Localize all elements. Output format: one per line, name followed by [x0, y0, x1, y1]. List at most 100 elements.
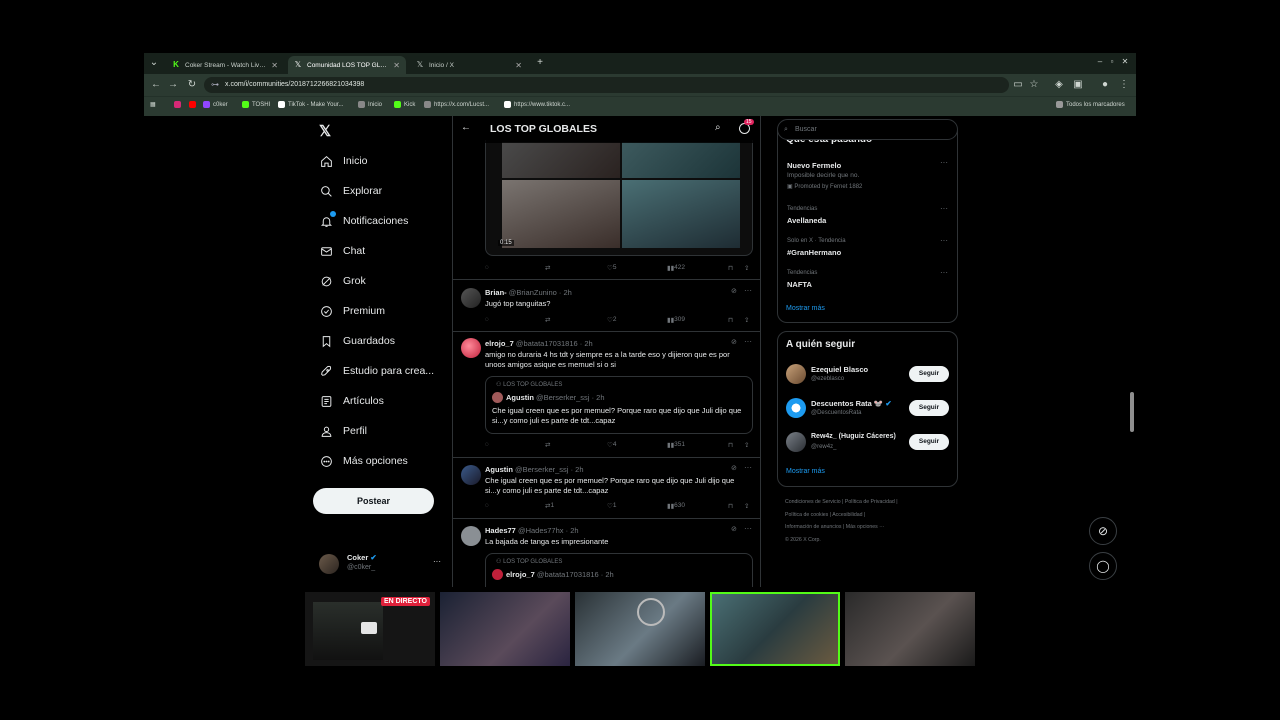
nav-guardados[interactable]: Guardados	[319, 334, 395, 348]
nav-premium[interactable]: Premium	[319, 304, 385, 318]
star-icon[interactable]: ☆	[1028, 79, 1040, 90]
grok-float-button[interactable]: ⊘	[1089, 517, 1117, 545]
maximize-icon[interactable]: ▫	[1106, 57, 1118, 66]
like-button[interactable]: ♡ 5	[607, 264, 616, 272]
more-icon[interactable]: ···	[940, 158, 948, 167]
more-icon[interactable]: ···	[744, 524, 752, 533]
footer-link[interactable]: Información de anuncios	[785, 524, 842, 530]
bookmark-icon[interactable]: ⊓	[728, 316, 733, 324]
profile-avatar-icon[interactable]: ●	[1099, 79, 1111, 90]
follow-button[interactable]: Seguir	[909, 366, 949, 382]
close-icon[interactable]: ✕	[393, 61, 400, 70]
kebab-menu-icon[interactable]: ⋮	[1118, 79, 1130, 90]
repost-button[interactable]: ⇄ 1	[545, 502, 554, 510]
views-button[interactable]: ▮▮ 309	[667, 316, 685, 324]
views-button[interactable]: ▮▮ 422	[667, 264, 685, 272]
footer-link[interactable]: Accesibilidad	[832, 512, 862, 518]
repost-icon[interactable]: ⇄	[545, 316, 550, 324]
more-icon[interactable]: ···	[433, 557, 441, 566]
views-button[interactable]: ▮▮ 351	[667, 441, 685, 449]
back-icon[interactable]: ←	[150, 79, 162, 90]
x-logo-icon[interactable]: 𝕏	[319, 122, 331, 140]
nav-articulos[interactable]: Artículos	[319, 394, 384, 408]
bookmark-icon[interactable]: ⊓	[728, 264, 733, 272]
bookmark-1[interactable]: TOSHI	[242, 101, 270, 108]
show-more-link[interactable]: Mostrar más	[786, 305, 825, 312]
tab-community[interactable]: 𝕏 Comunidad LOS TOP GLOBALES ✕	[288, 56, 406, 74]
reload-icon[interactable]: ↻	[186, 79, 198, 90]
stream-thumb-1[interactable]: EN DIRECTO	[305, 592, 435, 666]
apps-icon[interactable]: ▦	[150, 101, 156, 108]
back-arrow-icon[interactable]: ←	[461, 122, 471, 133]
bookmark-0[interactable]: c0ker	[203, 101, 228, 108]
repost-icon[interactable]: ⇄	[545, 264, 550, 272]
nav-notificaciones[interactable]: Notificaciones	[319, 211, 408, 228]
stream-thumb-2[interactable]	[440, 592, 570, 666]
reply-icon[interactable]: ◌	[485, 264, 489, 271]
reply-icon[interactable]: ◌	[485, 502, 489, 509]
footer-link[interactable]: Condiciones de Servicio	[785, 499, 841, 505]
close-icon[interactable]: ✕	[515, 61, 522, 70]
post-hades[interactable]: Hades77 @Hades77hx · 2h ⊘ ··· La bajada …	[453, 519, 760, 587]
site-info-icon[interactable]: ⊶	[211, 77, 219, 93]
more-icon[interactable]: ···	[940, 204, 948, 213]
follow-button[interactable]: Seguir	[909, 434, 949, 450]
more-icon[interactable]: ···	[940, 268, 948, 277]
quoted-post[interactable]: ⚇ LOS TOP GLOBALES elrojo_7 @batata17031…	[485, 553, 753, 587]
window-close-icon[interactable]: ✕	[1119, 57, 1131, 66]
puzzle-icon[interactable]: ▣	[1072, 79, 1084, 90]
nav-mas-opciones[interactable]: Más opciones	[319, 454, 408, 468]
cast-icon[interactable]: ▭	[1012, 79, 1024, 90]
page-scrollbar[interactable]	[1130, 120, 1134, 583]
post-button[interactable]: Postear	[313, 488, 434, 514]
new-tab-icon[interactable]: +	[534, 57, 546, 68]
grok-icon[interactable]: ⊘	[731, 287, 737, 295]
minimize-icon[interactable]: –	[1094, 57, 1106, 66]
grok-icon[interactable]: ⊘	[731, 464, 737, 472]
bookmark-icon[interactable]: ⊓	[728, 502, 733, 510]
all-bookmarks[interactable]: Todos los marcadores	[1056, 101, 1125, 108]
bookmark-icon[interactable]: ⊓	[728, 441, 733, 449]
share-icon[interactable]: ⇪	[744, 264, 749, 272]
share-icon[interactable]: ⇪	[744, 502, 749, 510]
more-icon[interactable]: ···	[940, 236, 948, 245]
more-icon[interactable]: ···	[744, 286, 752, 295]
tab-kick[interactable]: K Coker Stream - Watch Live on K ✕	[166, 56, 284, 74]
bookmark-5[interactable]: https://x.com/Lucst...	[424, 101, 489, 108]
account-switcher[interactable]: Coker ✔ @c0ker_ ···	[319, 551, 441, 577]
like-button[interactable]: ♡ 2	[607, 316, 616, 324]
quoted-post[interactable]: ⚇ LOS TOP GLOBALES Agustin @Berserker_ss…	[485, 376, 753, 434]
reply-icon[interactable]: ◌	[485, 441, 489, 448]
footer-link[interactable]: Política de Privacidad	[845, 499, 895, 505]
search-icon[interactable]: ⌕	[715, 122, 721, 133]
address-bar[interactable]: ⊶ x.com/i/communities/201871226682103439…	[204, 77, 1009, 93]
extension-icon[interactable]: ◈	[1053, 79, 1065, 90]
nav-inicio[interactable]: Inicio	[319, 154, 368, 168]
stream-thumb-4[interactable]	[710, 592, 840, 666]
post-agustin[interactable]: Agustin @Berserker_ssj · 2h ⊘ ··· Che ig…	[453, 458, 760, 519]
reply-icon[interactable]: ◌	[485, 316, 489, 323]
bookmark-2[interactable]: TikTok - Make Your...	[278, 101, 343, 108]
views-button[interactable]: ▮▮ 630	[667, 502, 685, 510]
bookmark-youtube[interactable]	[189, 101, 199, 108]
nav-grok[interactable]: Grok	[319, 274, 366, 288]
share-icon[interactable]: ⇪	[744, 316, 749, 324]
bookmark-6[interactable]: https://www.tiktok.c...	[504, 101, 570, 108]
nav-estudio[interactable]: Estudio para crea...	[319, 364, 434, 378]
post-brian[interactable]: Brian- @BrianZunino · 2h ⊘ ··· Jugó top …	[453, 280, 760, 332]
video-player[interactable]: 0:15	[485, 140, 753, 256]
repost-icon[interactable]: ⇄	[545, 441, 550, 449]
stream-thumb-3[interactable]	[575, 592, 705, 666]
bookmark-3[interactable]: Inicio	[358, 101, 382, 108]
like-button[interactable]: ♡ 4	[607, 441, 616, 449]
tab-inicio[interactable]: 𝕏 Inicio / X ✕	[410, 56, 528, 74]
bookmark-instagram[interactable]	[174, 101, 184, 108]
scrollbar-thumb[interactable]	[1130, 392, 1134, 432]
post-elrojo[interactable]: elrojo_7 @batata17031816 · 2h ⊘ ··· amig…	[453, 332, 760, 458]
stream-thumb-5[interactable]	[845, 592, 975, 666]
like-button[interactable]: ♡ 1	[607, 502, 616, 510]
nav-chat[interactable]: Chat	[319, 244, 365, 258]
chat-float-button[interactable]: ◯	[1089, 552, 1117, 580]
more-icon[interactable]: ···	[744, 337, 752, 346]
grok-icon[interactable]: ⊘	[731, 525, 737, 533]
